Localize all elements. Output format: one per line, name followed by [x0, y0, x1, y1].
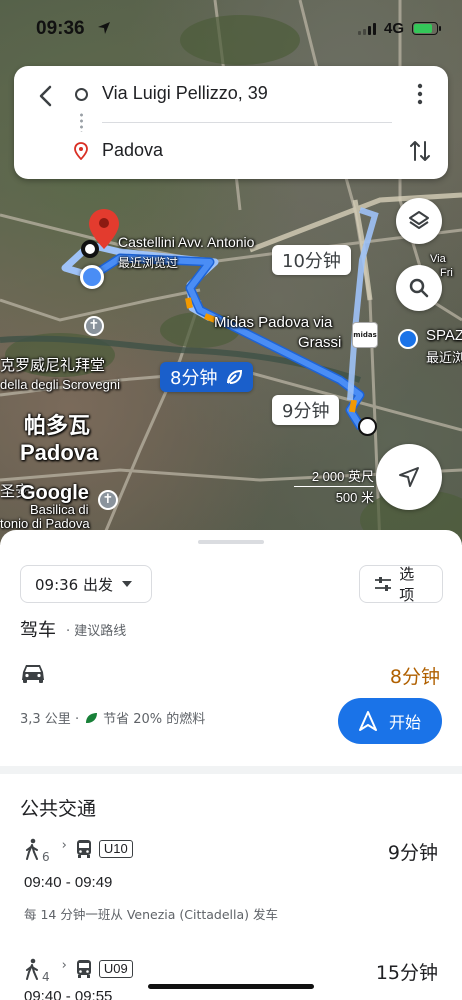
depart-time-label: 09:36 出发	[35, 575, 113, 594]
route-alt2-time-bubble[interactable]: 9分钟	[272, 395, 340, 425]
map-view[interactable]: 09:36 4G Castellini Avv. Antonio 最近浏览过 M…	[0, 0, 462, 545]
options-label: 选项	[399, 565, 415, 604]
start-navigation-button[interactable]: 开始	[338, 698, 442, 744]
church-pin-icon[interactable]: ✝	[84, 316, 104, 336]
field-divider	[102, 122, 392, 123]
home-indicator	[148, 984, 314, 989]
place-spaz[interactable]: SPAZ	[426, 327, 462, 344]
city-label-it: Padova	[20, 440, 99, 465]
bus-icon	[76, 960, 91, 978]
section-separator	[0, 766, 462, 774]
transit-section-title: 公共交通	[20, 798, 97, 820]
eco-leaf-icon	[86, 712, 98, 723]
drive-mode-subtitle: · 建议路线	[66, 624, 127, 639]
route-selected-time: 8分钟	[170, 368, 218, 389]
dropdown-arrow-icon	[122, 581, 132, 587]
street-fri: Fri	[440, 267, 453, 279]
midas-logo[interactable]: midas	[352, 322, 378, 348]
more-options-icon[interactable]	[412, 82, 428, 106]
signal-icon	[357, 22, 376, 35]
search-icon	[409, 278, 429, 298]
shopping-pin-icon[interactable]	[398, 329, 418, 349]
place-castellini-sub: 最近浏览过	[118, 256, 179, 270]
drive-distance: 3,3 公里 ·	[20, 712, 80, 727]
chevron-right-icon: ›	[61, 957, 67, 973]
recenter-button[interactable]	[376, 444, 442, 510]
route-alt-time-bubble[interactable]: 10分钟	[272, 245, 351, 275]
sheet-drag-handle[interactable]	[198, 540, 264, 544]
origin-circle-icon	[75, 88, 88, 101]
tune-icon	[375, 577, 391, 591]
swap-directions-icon[interactable]	[408, 138, 432, 164]
options-chip[interactable]: 选项	[359, 565, 443, 604]
location-arrow-icon	[98, 22, 110, 34]
transit-duration: 9分钟	[387, 842, 438, 864]
drive-duration: 8分钟	[389, 666, 440, 688]
back-arrow-icon[interactable]	[32, 82, 60, 110]
destination-pin-icon	[74, 142, 88, 160]
walk-minutes: 6	[42, 850, 50, 864]
transit-hours: 09:40 - 09:49	[24, 874, 113, 891]
directions-sheet: 09:36 出发 选项 驾车 · 建议路线 8分钟 3,3 公里 · 节省 20…	[0, 530, 462, 1000]
walk-icon	[26, 958, 38, 980]
layers-icon	[409, 211, 429, 229]
route-start-marker	[358, 417, 377, 436]
place-cappella[interactable]: 克罗威尼礼拜堂	[0, 354, 105, 375]
status-indicators: 4G	[357, 20, 441, 37]
place-castellini[interactable]: Castellini Avv. Antonio	[118, 234, 254, 250]
place-midas-2[interactable]: Grassi	[298, 334, 341, 351]
google-logo: Google	[20, 482, 89, 504]
bus-line-badge: U09	[98, 960, 133, 978]
transit-route-option[interactable]: 4 › U09 15分钟 09:40 - 09:55	[0, 958, 462, 1000]
search-along-route-button[interactable]	[396, 265, 442, 311]
transit-hours: 09:40 - 09:55	[24, 988, 113, 1000]
layers-button[interactable]	[396, 198, 442, 244]
route-end-marker	[81, 240, 99, 258]
navigation-arrow-icon	[358, 711, 377, 731]
place-midas-1[interactable]: Midas Padova via	[214, 314, 332, 331]
bus-icon	[76, 840, 91, 858]
bus-line-badge: U10	[98, 840, 133, 858]
drive-meta: 3,3 公里 · 节省 20% 的燃料	[20, 708, 205, 727]
transit-duration: 15分钟	[375, 962, 438, 984]
navigation-arrow-icon	[399, 467, 419, 487]
route-search-card: Via Luigi Pellizzo, 39 Padova	[14, 66, 448, 179]
car-icon	[22, 665, 44, 683]
fuel-savings: 节省 20% 的燃料	[103, 712, 206, 727]
place-spaz-sub: 最近浏	[426, 350, 462, 365]
drive-mode-title: 驾车	[20, 620, 56, 641]
transit-legs: 6 › U10	[24, 837, 133, 864]
scale-metric: 500 米	[335, 490, 374, 505]
map-scale: 2 000 英尺 500 米	[294, 466, 374, 506]
current-location-dot	[80, 265, 104, 289]
network-type: 4G	[383, 20, 404, 37]
battery-icon	[412, 22, 441, 35]
start-label: 开始	[388, 713, 421, 732]
church-pin-icon[interactable]: ✝	[98, 490, 118, 510]
transit-route-option[interactable]: 6 › U10 9分钟 09:40 - 09:49 每 14 分钟一班从 Ven…	[0, 838, 462, 928]
walk-minutes: 4	[42, 970, 50, 984]
scale-imperial: 2 000 英尺	[311, 469, 374, 484]
depart-time-chip[interactable]: 09:36 出发	[20, 565, 152, 603]
status-time: 09:36	[36, 18, 85, 39]
destination-field[interactable]: Padova	[102, 140, 163, 161]
walk-icon	[26, 838, 38, 860]
place-cappella-it: della degli Scrovegni	[0, 377, 120, 392]
chevron-right-icon: ›	[61, 837, 67, 853]
city-label-cn: 帕多瓦	[24, 413, 91, 438]
route-selected-time-bubble[interactable]: 8分钟	[160, 362, 254, 392]
place-basilica-2: tonio di Padova	[0, 516, 90, 531]
eco-leaf-icon	[227, 369, 243, 384]
transit-legs: 4 › U09	[24, 957, 133, 984]
transit-frequency: 每 14 分钟一班从 Venezia (Cittadella) 发车	[24, 907, 278, 922]
street-via: Via	[430, 253, 446, 265]
route-dots	[80, 112, 83, 132]
origin-field[interactable]: Via Luigi Pellizzo, 39	[102, 83, 268, 104]
